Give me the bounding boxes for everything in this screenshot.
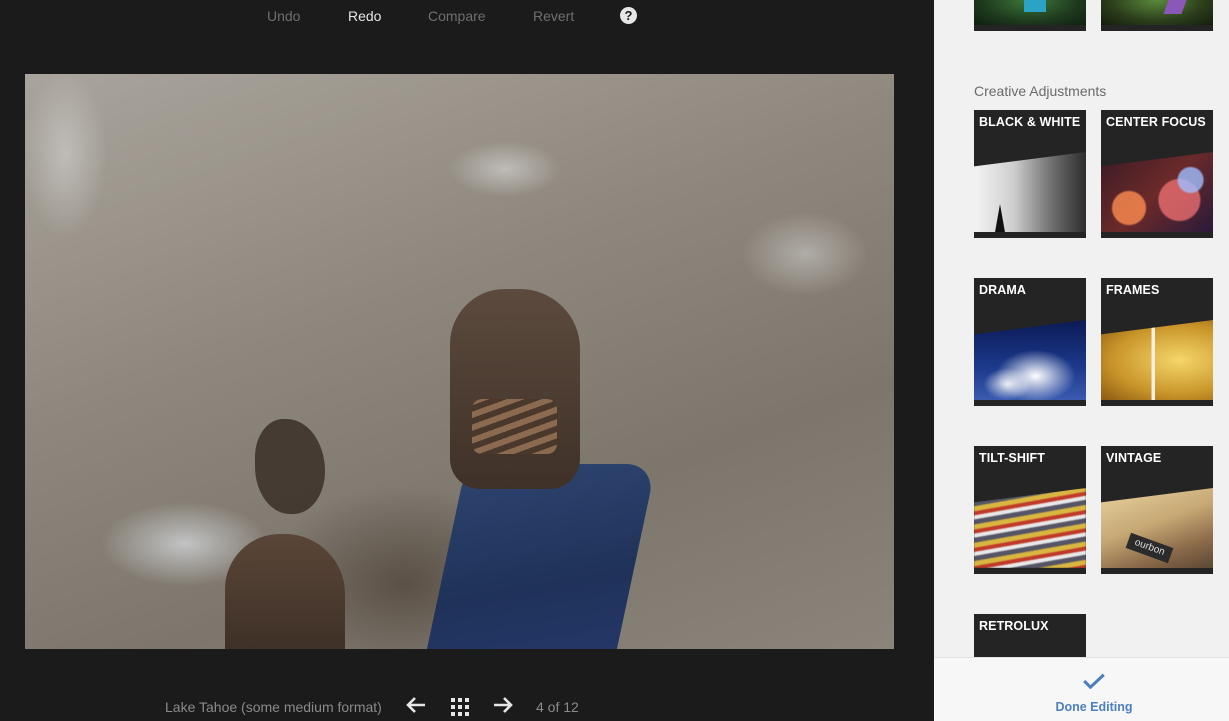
- tile-label: CENTER FOCUS: [1106, 115, 1206, 129]
- tile-label: TILT-SHIFT: [979, 451, 1046, 465]
- undo-button[interactable]: Undo: [267, 8, 300, 24]
- redo-button[interactable]: Redo: [348, 8, 381, 24]
- photo-boot-laces: [472, 399, 557, 454]
- editor-area: Undo Redo Compare Revert ? Lake Tahoe (s…: [0, 0, 934, 721]
- photo-canvas: [25, 74, 894, 649]
- done-editing-label: Done Editing: [1055, 700, 1133, 714]
- photo-jeans: [423, 464, 657, 649]
- photo-counter: 4 of 12: [536, 699, 579, 715]
- sidebar-scroll-area[interactable]: Creative Adjustments BLACK & WHITE CENTE…: [934, 0, 1229, 657]
- tile-thumbnail: [974, 152, 1086, 232]
- tile-label: VINTAGE: [1106, 451, 1162, 465]
- tile-frames[interactable]: FRAMES: [1101, 278, 1213, 406]
- tile-thumbnail: [974, 488, 1086, 568]
- arrow-left-icon[interactable]: [405, 694, 427, 720]
- tile-label: RETROLUX: [979, 619, 1049, 633]
- adjustments-sidebar: Creative Adjustments BLACK & WHITE CENTE…: [934, 0, 1229, 721]
- tile-thumbnail: [974, 320, 1086, 400]
- tile-vintage[interactable]: VINTAGE ourbon: [1101, 446, 1213, 574]
- tile-label: BLACK & WHITE: [979, 115, 1081, 129]
- tile-center-focus[interactable]: CENTER FOCUS: [1101, 110, 1213, 238]
- vintage-sign: ourbon: [1125, 532, 1174, 564]
- editor-toolbar: Undo Redo Compare Revert ?: [0, 0, 934, 34]
- compare-button[interactable]: Compare: [428, 8, 486, 24]
- section-title: Creative Adjustments: [974, 83, 1107, 99]
- adjustment-thumb-partial[interactable]: [974, 0, 1086, 31]
- done-editing-button[interactable]: Done Editing: [934, 657, 1229, 721]
- help-icon[interactable]: ?: [620, 7, 637, 24]
- tile-label: FRAMES: [1106, 283, 1160, 297]
- tile-thumbnail: [1101, 152, 1213, 232]
- tile-thumbnail: [1101, 320, 1213, 400]
- tile-retrolux[interactable]: RETROLUX: [974, 614, 1086, 657]
- tile-drama[interactable]: DRAMA: [974, 278, 1086, 406]
- tile-tilt-shift[interactable]: TILT-SHIFT: [974, 446, 1086, 574]
- photo-right-boot: [450, 289, 580, 489]
- checkmark-icon: [1083, 673, 1105, 689]
- revert-button[interactable]: Revert: [533, 8, 574, 24]
- photo-caption: Lake Tahoe (some medium format): [165, 699, 382, 715]
- grid-icon[interactable]: [451, 698, 469, 716]
- arrow-right-icon[interactable]: [492, 694, 514, 720]
- tile-label: DRAMA: [979, 283, 1027, 297]
- adjustment-thumb-partial[interactable]: [1101, 0, 1213, 31]
- tile-black-and-white[interactable]: BLACK & WHITE: [974, 110, 1086, 238]
- photo-mud-patch: [255, 419, 325, 514]
- tile-thumbnail: ourbon: [1101, 488, 1213, 568]
- photo-left-boot: [225, 534, 345, 649]
- photo-nav-bar: Lake Tahoe (some medium format) 4 of 12: [0, 690, 934, 721]
